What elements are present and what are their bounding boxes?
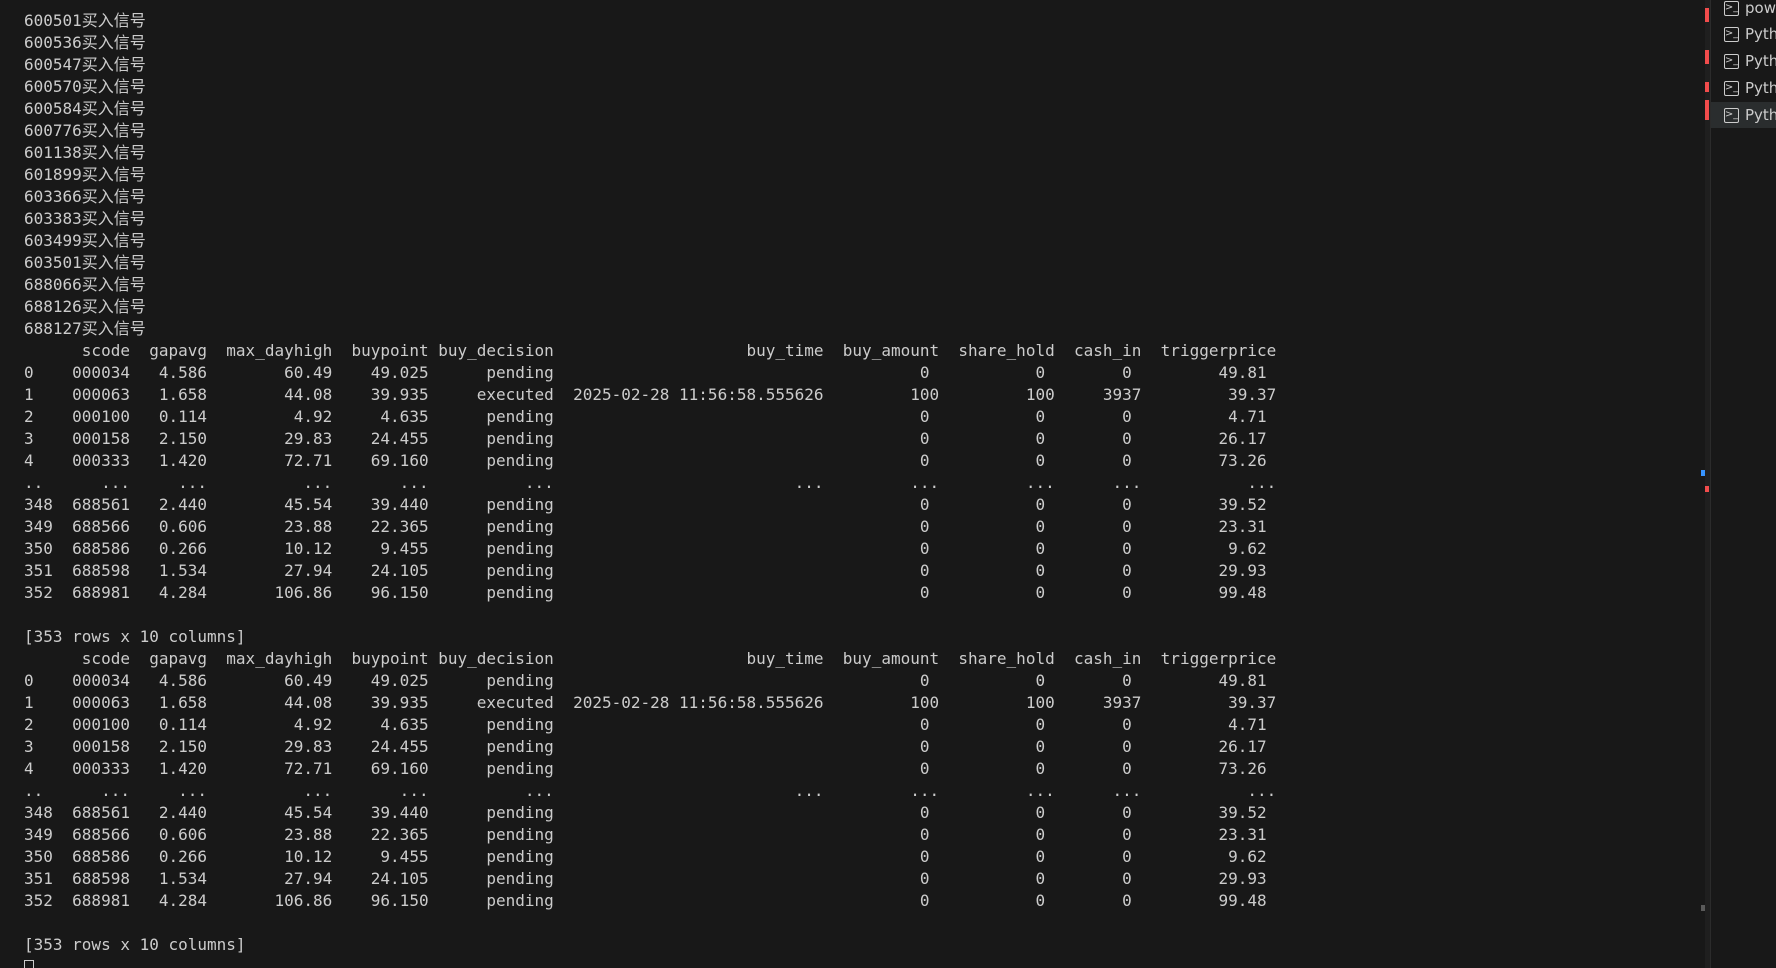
- terminal-icon: >_: [1724, 53, 1739, 69]
- terminal-line: 350 688586 0.266 10.12 9.455 pending 0 0…: [24, 847, 1267, 866]
- error-marker: [1705, 50, 1709, 64]
- terminal-tab-label: Pyth: [1745, 52, 1776, 70]
- terminal-icon: >_: [1724, 0, 1739, 16]
- terminal-output[interactable]: 600501买入信号 600536买入信号 600547买入信号 600570买入信号…: [0, 0, 1705, 968]
- terminal-line: 348 688561 2.440 45.54 39.440 pending 0 …: [24, 803, 1267, 822]
- terminal-line: 352 688981 4.284 106.86 96.150 pending 0…: [24, 583, 1267, 602]
- error-marker: [1705, 100, 1709, 120]
- scroll-marker: [1701, 905, 1705, 911]
- terminal-line: 0 000034 4.586 60.49 49.025 pending 0 0 …: [24, 671, 1267, 690]
- error-marker: [1705, 8, 1709, 22]
- terminal-icon: >_: [1724, 26, 1739, 42]
- terminal-line: 351 688598 1.534 27.94 24.105 pending 0 …: [24, 869, 1267, 888]
- terminal-line: 3 000158 2.150 29.83 24.455 pending 0 0 …: [24, 737, 1267, 756]
- terminal-line: 0 000034 4.586 60.49 49.025 pending 0 0 …: [24, 363, 1267, 382]
- terminal-line: scode gapavg max_dayhigh buypoint buy_de…: [24, 341, 1277, 360]
- terminal-line: 1 000063 1.658 44.08 39.935 executed 202…: [24, 693, 1277, 712]
- terminal-line: 603366买入信号: [24, 187, 146, 206]
- terminal-tab-label: Pyth: [1745, 106, 1776, 124]
- terminal-line: 349 688566 0.606 23.88 22.365 pending 0 …: [24, 517, 1267, 536]
- terminal-line: 4 000333 1.420 72.71 69.160 pending 0 0 …: [24, 759, 1267, 778]
- terminal-line: 603383买入信号: [24, 209, 146, 228]
- terminal-line: 603501买入信号: [24, 253, 146, 272]
- terminal-line: 600536买入信号: [24, 33, 146, 52]
- terminal-line: [353 rows x 10 columns]: [24, 935, 246, 954]
- terminal-line: 351 688598 1.534 27.94 24.105 pending 0 …: [24, 561, 1267, 580]
- terminal-tab-label: pow: [1745, 0, 1776, 17]
- terminal-line: 3 000158 2.150 29.83 24.455 pending 0 0 …: [24, 429, 1267, 448]
- terminal-tab-python-4[interactable]: >_ Pyth: [1711, 102, 1776, 128]
- terminal-line: 603499买入信号: [24, 231, 146, 250]
- error-marker: [1705, 486, 1709, 492]
- terminal-tabs-panel: >_ pow >_ Pyth >_ Pyth >_ Pyth >_ Pyth: [1710, 0, 1776, 968]
- terminal-line: 600570买入信号: [24, 77, 146, 96]
- terminal-line: 4 000333 1.420 72.71 69.160 pending 0 0 …: [24, 451, 1267, 470]
- terminal-line: 688126买入信号: [24, 297, 146, 316]
- info-marker: [1701, 470, 1705, 476]
- terminal-prompt-line: [24, 956, 1276, 968]
- terminal-line: 601899买入信号: [24, 165, 146, 184]
- terminal-icon: >_: [1724, 107, 1739, 123]
- terminal-lines: 600501买入信号 600536买入信号 600547买入信号 600570买入信号…: [24, 10, 1276, 968]
- terminal-line: 688066买入信号: [24, 275, 146, 294]
- terminal-line: 601138买入信号: [24, 143, 146, 162]
- error-marker: [1705, 82, 1709, 92]
- terminal-line: 2 000100 0.114 4.92 4.635 pending 0 0 0 …: [24, 715, 1267, 734]
- terminal-line: 350 688586 0.266 10.12 9.455 pending 0 0…: [24, 539, 1267, 558]
- terminal-line: 352 688981 4.284 106.86 96.150 pending 0…: [24, 891, 1267, 910]
- terminal-line: 1 000063 1.658 44.08 39.935 executed 202…: [24, 385, 1277, 404]
- terminal-tab-label: Pyth: [1745, 25, 1776, 43]
- terminal-line: 2 000100 0.114 4.92 4.635 pending 0 0 0 …: [24, 407, 1267, 426]
- terminal-line: 600501买入信号: [24, 11, 146, 30]
- terminal-tab-python-3[interactable]: >_ Pyth: [1711, 75, 1776, 101]
- terminal-line: 600584买入信号: [24, 99, 146, 118]
- terminal-line: [353 rows x 10 columns]: [24, 627, 246, 646]
- terminal-tab-python-1[interactable]: >_ Pyth: [1711, 21, 1776, 47]
- terminal-line: .. ... ... ... ... ... ... ... ... ... .…: [24, 473, 1277, 492]
- terminal-tab-label: Pyth: [1745, 79, 1776, 97]
- terminal-line: 348 688561 2.440 45.54 39.440 pending 0 …: [24, 495, 1267, 514]
- terminal-line: 349 688566 0.606 23.88 22.365 pending 0 …: [24, 825, 1267, 844]
- terminal-line: 600776买入信号: [24, 121, 146, 140]
- terminal-line: 600547买入信号: [24, 55, 146, 74]
- cursor: [24, 959, 34, 968]
- terminal-tab-python-2[interactable]: >_ Pyth: [1711, 48, 1776, 74]
- terminal-line: 688127买入信号: [24, 319, 146, 338]
- terminal-line: .. ... ... ... ... ... ... ... ... ... .…: [24, 781, 1277, 800]
- terminal-line: scode gapavg max_dayhigh buypoint buy_de…: [24, 649, 1277, 668]
- terminal-tab-pow[interactable]: >_ pow: [1711, 0, 1776, 21]
- terminal-icon: >_: [1724, 80, 1739, 96]
